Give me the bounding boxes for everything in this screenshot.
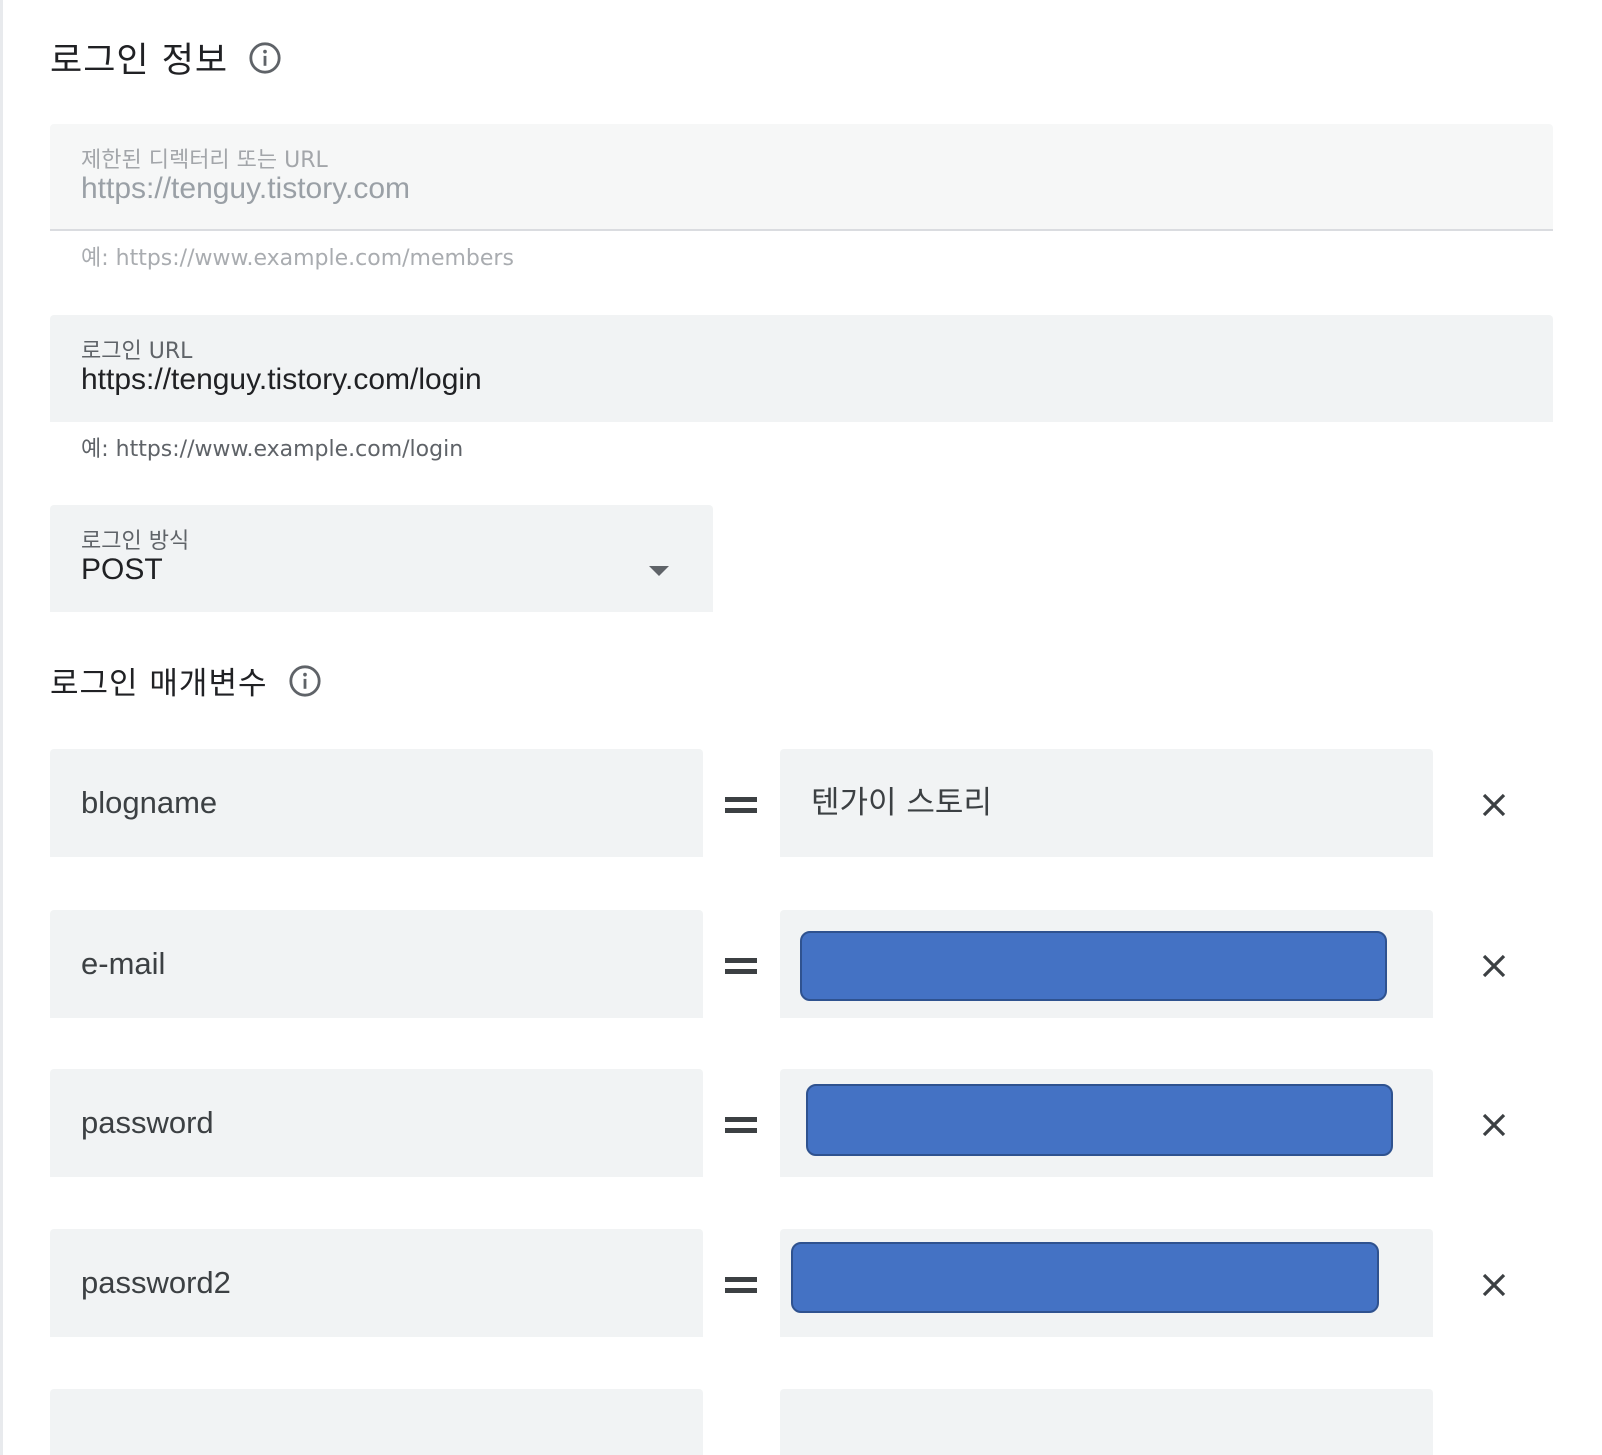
dropdown-arrow-icon[interactable]	[649, 566, 669, 576]
redaction-box	[806, 1084, 1393, 1156]
param-key-text[interactable]: e-mail	[81, 910, 165, 1018]
equals-icon	[723, 795, 759, 815]
equals-icon	[723, 1115, 759, 1135]
param-key-field[interactable]: password2	[50, 1229, 703, 1337]
param-value-field[interactable]: 텐가이 스토리	[780, 749, 1433, 857]
remove-param-button[interactable]	[1476, 787, 1512, 823]
param-key-field[interactable]	[50, 1389, 703, 1455]
param-key-field[interactable]: blogname	[50, 749, 703, 857]
login-url-field[interactable]: 로그인 URL https://tenguy.tistory.com/login	[50, 315, 1553, 422]
param-value-field[interactable]	[780, 1229, 1433, 1337]
login-params-title-text: 로그인 매개변수	[50, 666, 268, 702]
login-url-label: 로그인 URL	[81, 339, 193, 364]
info-icon[interactable]	[288, 664, 322, 698]
login-method-label: 로그인 방식	[81, 529, 190, 554]
param-value-field[interactable]	[780, 1069, 1433, 1177]
remove-param-button[interactable]	[1476, 1267, 1512, 1303]
close-icon	[1482, 954, 1506, 978]
login-url-value[interactable]: https://tenguy.tistory.com/login	[81, 363, 482, 397]
close-icon	[1482, 1273, 1506, 1297]
redaction-box	[800, 931, 1387, 1001]
close-icon	[1482, 1113, 1506, 1137]
login-info-title: 로그인 정보	[50, 32, 282, 83]
param-key-text[interactable]: blogname	[81, 749, 217, 857]
remove-param-button[interactable]	[1476, 948, 1512, 984]
login-method-value: POST	[81, 553, 163, 586]
restricted-url-field: 제한된 디렉터리 또는 URL https://tenguy.tistory.c…	[50, 124, 1553, 231]
restricted-url-value: https://tenguy.tistory.com	[81, 172, 411, 205]
param-key-text[interactable]: password2	[81, 1229, 231, 1337]
param-value-field[interactable]	[780, 910, 1433, 1018]
login-url-helper: 예: https://www.example.com/login	[81, 437, 464, 462]
login-params-title: 로그인 매개변수	[50, 658, 322, 703]
restricted-url-label: 제한된 디렉터리 또는 URL	[81, 148, 328, 173]
param-value-text[interactable]: 텐가이 스토리	[811, 749, 992, 857]
info-icon[interactable]	[248, 41, 282, 75]
param-key-field[interactable]: e-mail	[50, 910, 703, 1018]
param-key-field[interactable]: password	[50, 1069, 703, 1177]
remove-param-button[interactable]	[1476, 1107, 1512, 1143]
param-key-text[interactable]: password	[81, 1069, 214, 1177]
redaction-box	[791, 1242, 1379, 1313]
equals-icon	[723, 956, 759, 976]
equals-icon	[723, 1275, 759, 1295]
panel-left-border	[0, 0, 3, 1455]
close-icon	[1482, 793, 1506, 817]
restricted-url-helper: 예: https://www.example.com/members	[81, 246, 514, 271]
login-info-title-text: 로그인 정보	[50, 41, 229, 81]
login-method-select[interactable]: 로그인 방식 POST	[50, 505, 713, 612]
param-value-field[interactable]	[780, 1389, 1433, 1455]
